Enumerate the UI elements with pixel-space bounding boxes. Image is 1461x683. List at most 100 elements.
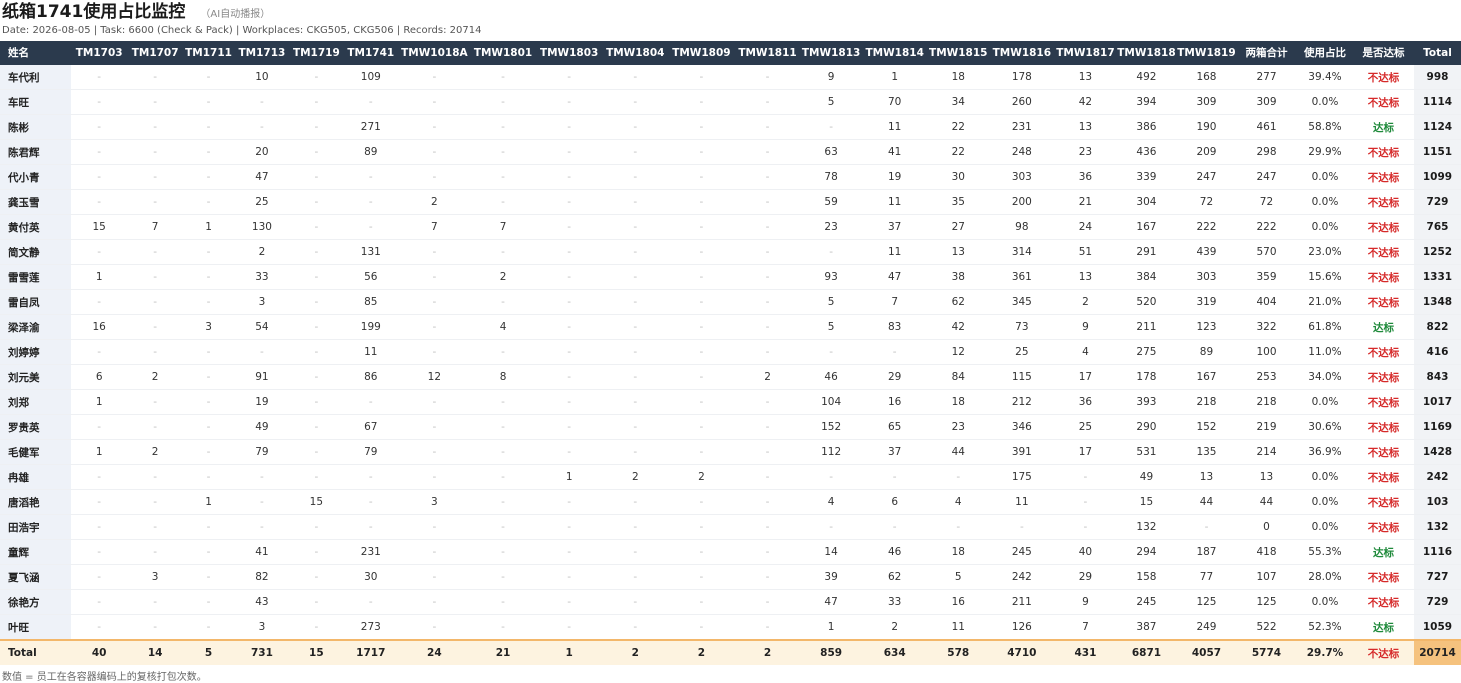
column-header: TMW1815 xyxy=(927,41,989,65)
employee-name: 毛健军 xyxy=(0,439,72,465)
table-cell: - xyxy=(602,439,669,465)
table-cell: 39 xyxy=(800,564,862,590)
table-cell: 3 xyxy=(233,289,290,315)
table-cell: 0.0% xyxy=(1297,164,1353,190)
table-cell: 84 xyxy=(927,364,989,390)
table-cell: 109 xyxy=(342,65,399,90)
table-cell: - xyxy=(668,564,735,590)
table-cell: - xyxy=(398,564,470,590)
table-cell: - xyxy=(398,389,470,415)
employee-name: 龚玉雪 xyxy=(0,189,72,215)
table-cell: - xyxy=(289,464,343,490)
table-row: 车代利 - - -10-109- - - - - -9 1 18 178 13 492 168 277 39.4… xyxy=(0,65,1461,90)
table-cell: - xyxy=(602,164,669,190)
table-cell: 387 xyxy=(1115,614,1177,641)
status-cell: 不达标 xyxy=(1352,414,1414,440)
row-total: 1151 xyxy=(1413,139,1461,165)
table-cell: 21 xyxy=(1054,189,1116,215)
table-cell: - xyxy=(602,339,669,365)
table-cell: - xyxy=(183,239,234,265)
table-cell: - xyxy=(183,539,234,565)
table-cell: - xyxy=(398,139,470,165)
table-cell: - xyxy=(668,589,735,615)
table-cell: 359 xyxy=(1235,264,1297,290)
table-cell: 37 xyxy=(861,439,928,465)
table-cell: - xyxy=(536,439,603,465)
table-cell: 79 xyxy=(233,439,290,465)
table-cell: 38 xyxy=(927,264,989,290)
table-cell: - xyxy=(398,164,470,190)
table-cell: 30 xyxy=(342,564,399,590)
table-cell: 33 xyxy=(233,264,290,290)
table-cell: - xyxy=(289,564,343,590)
table-cell: - xyxy=(398,339,470,365)
table-cell: - xyxy=(668,539,735,565)
table-cell: - xyxy=(734,514,801,540)
table-row: 刘婷婷 - - - - -11- - - - - - - -12 25 4 275 89 100 11.0% 不达标 4… xyxy=(0,339,1461,365)
table-cell: 0.0% xyxy=(1297,589,1353,615)
total-cell: 21 xyxy=(469,639,537,665)
table-cell: - xyxy=(536,614,603,641)
row-total: 1169 xyxy=(1413,414,1461,440)
column-header: 两箱合计 xyxy=(1235,41,1297,65)
table-cell: 35 xyxy=(927,189,989,215)
table-cell: - xyxy=(183,389,234,415)
table-cell: - xyxy=(734,314,801,340)
table-cell: - xyxy=(469,239,537,265)
table-cell: 404 xyxy=(1235,289,1297,315)
column-header: TM1707 xyxy=(127,41,184,65)
table-cell: 79 xyxy=(342,439,399,465)
table-cell: - xyxy=(71,464,128,490)
employee-name: 唐滔艳 xyxy=(0,489,72,515)
table-cell: - xyxy=(536,189,603,215)
status-cell: 达标 xyxy=(1352,539,1414,565)
table-cell: - xyxy=(602,65,669,90)
row-total: 416 xyxy=(1413,339,1461,365)
table-cell: - xyxy=(289,514,343,540)
employee-name: 童辉 xyxy=(0,539,72,565)
table-cell: - xyxy=(536,314,603,340)
employee-name: 雷雪莲 xyxy=(0,264,72,290)
table-cell: 12 xyxy=(398,364,470,390)
table-cell: 298 xyxy=(1235,139,1297,165)
table-cell: - xyxy=(289,414,343,440)
table-cell: 168 xyxy=(1176,65,1236,90)
table-cell: 11 xyxy=(342,339,399,365)
table-cell: - xyxy=(734,264,801,290)
row-total: 1124 xyxy=(1413,114,1461,140)
table-cell: 43 xyxy=(233,589,290,615)
table-cell: 16 xyxy=(927,589,989,615)
table-cell: 70 xyxy=(861,89,928,115)
table-cell: 28.0% xyxy=(1297,564,1353,590)
total-cell: 431 xyxy=(1054,639,1116,665)
total-cell: 634 xyxy=(861,639,928,665)
table-cell: - xyxy=(602,489,669,515)
column-header: TMW1814 xyxy=(861,41,928,65)
status-cell: 不达标 xyxy=(1352,364,1414,390)
table-header-row: 姓名 TM1703 TM1707 TM1711 TM1713 TM1719 TM1741 TM… xyxy=(0,41,1461,65)
table-cell: 123 xyxy=(1176,314,1236,340)
table-cell: - xyxy=(668,239,735,265)
table-cell: 125 xyxy=(1176,589,1236,615)
column-header: TM1713 xyxy=(233,41,290,65)
total-cell: 578 xyxy=(927,639,989,665)
employee-name: 陈君辉 xyxy=(0,139,72,165)
table-cell: - xyxy=(927,514,989,540)
table-cell: 30.6% xyxy=(1297,414,1353,440)
table-cell: 131 xyxy=(342,239,399,265)
table-cell: - xyxy=(469,614,537,641)
table-cell: 2 xyxy=(602,464,669,490)
table-cell: 339 xyxy=(1115,164,1177,190)
row-total: 843 xyxy=(1413,364,1461,390)
table-cell: - xyxy=(602,289,669,315)
table-cell: 11 xyxy=(861,189,928,215)
table-row: 简文静 - - -2-131- - - - - - -11 13 314 51 291 439 570 23.0… xyxy=(0,239,1461,265)
grand-total: 20714 xyxy=(1413,639,1461,665)
table-cell: - xyxy=(602,189,669,215)
table-cell: - xyxy=(127,464,184,490)
row-total: 1348 xyxy=(1413,289,1461,315)
table-cell: 23.0% xyxy=(1297,239,1353,265)
table-cell: - xyxy=(183,114,234,140)
table-cell: 384 xyxy=(1115,264,1177,290)
table-cell: 83 xyxy=(861,314,928,340)
